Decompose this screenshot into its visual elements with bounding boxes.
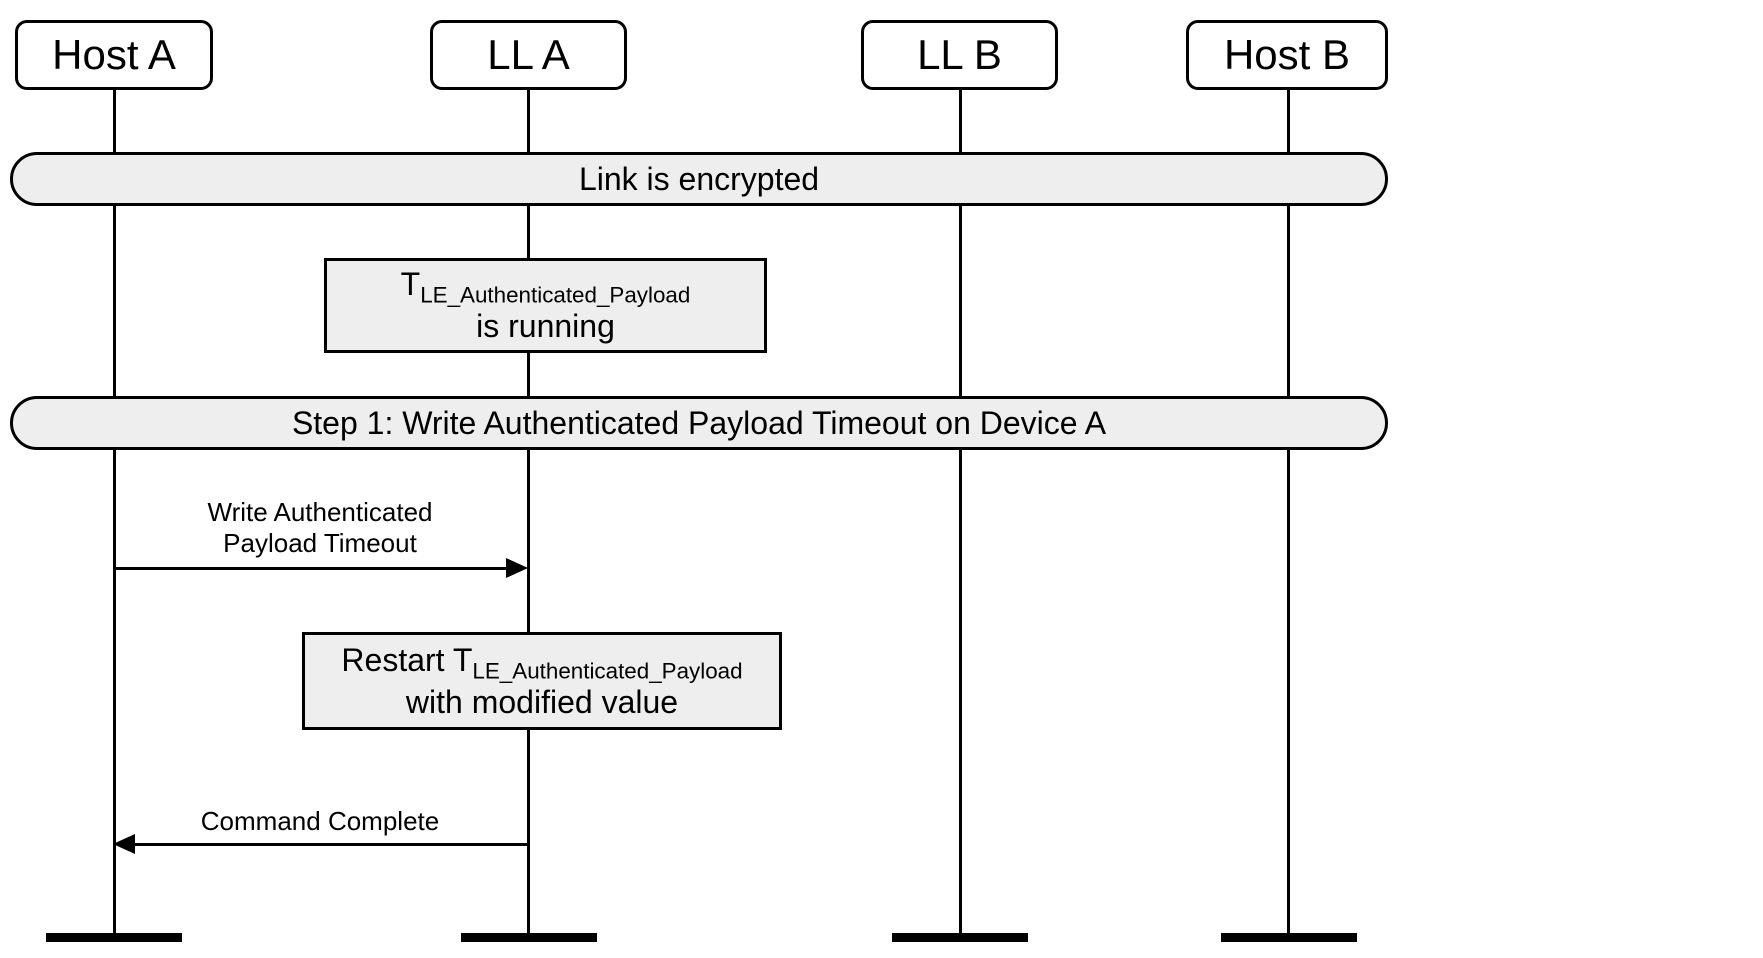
restart-prefix: Restart T [341, 642, 472, 678]
tle-running-line2: is running [476, 308, 615, 345]
bar-step-1: Step 1: Write Authenticated Payload Time… [10, 396, 1388, 450]
box-tle-running: TLE_Authenticated_Payload is running [324, 258, 767, 353]
lifeline-host-b-seg3 [1287, 450, 1290, 933]
endpoint-ll-a [461, 933, 597, 942]
endpoint-host-b [1221, 933, 1357, 942]
arrow-label-cmd-complete: Command Complete [180, 806, 460, 837]
lane-header-ll-a: LL A [430, 20, 627, 90]
endpoint-host-a [46, 933, 182, 942]
box-restart-tle-line1: Restart TLE_Authenticated_Payload [341, 642, 742, 684]
lifeline-host-a-seg2 [113, 206, 116, 396]
box-restart-tle: Restart TLE_Authenticated_Payload with m… [302, 632, 782, 730]
lane-header-ll-b: LL B [861, 20, 1058, 90]
lifeline-host-b-seg2 [1287, 206, 1290, 396]
lifeline-ll-b-seg2 [959, 206, 962, 396]
lifeline-ll-a-seg3a [527, 450, 530, 632]
lifeline-ll-a-seg2a [527, 206, 530, 258]
arrow-line-write-auth [116, 567, 508, 570]
lifeline-ll-a-seg2b [527, 353, 530, 396]
tle-running-prefix: T [401, 266, 421, 302]
lifeline-ll-a-seg1 [527, 90, 530, 152]
tle-running-sub: LE_Authenticated_Payload [420, 282, 690, 307]
lifeline-ll-b-seg1 [959, 90, 962, 152]
sequence-diagram: Host A LL A LL B Host B Link is encrypte… [0, 0, 1763, 958]
bar-link-encrypted: Link is encrypted [10, 152, 1388, 206]
lane-header-host-a: Host A [15, 20, 213, 90]
lifeline-host-b-seg1 [1287, 90, 1290, 152]
restart-sub: LE_Authenticated_Payload [472, 658, 742, 683]
box-tle-running-text: TLE_Authenticated_Payload [401, 266, 691, 308]
lifeline-host-a-seg1 [113, 90, 116, 152]
arrowhead-write-auth [506, 558, 528, 578]
lifeline-ll-b-seg3 [959, 450, 962, 933]
lane-header-host-b: Host B [1186, 20, 1388, 90]
box-restart-tle-line2: with modified value [406, 684, 678, 721]
arrowhead-cmd-complete [113, 834, 135, 854]
arrow-line-cmd-complete [133, 843, 530, 846]
arrow-label-write-auth-l2: Payload Timeout [170, 528, 470, 559]
lifeline-host-a-seg3 [113, 450, 116, 933]
endpoint-ll-b [892, 933, 1028, 942]
arrow-label-write-auth-l1: Write Authenticated [170, 497, 470, 528]
arrow-label-write-auth: Write Authenticated Payload Timeout [170, 497, 470, 559]
lifeline-ll-a-seg3b [527, 730, 530, 933]
